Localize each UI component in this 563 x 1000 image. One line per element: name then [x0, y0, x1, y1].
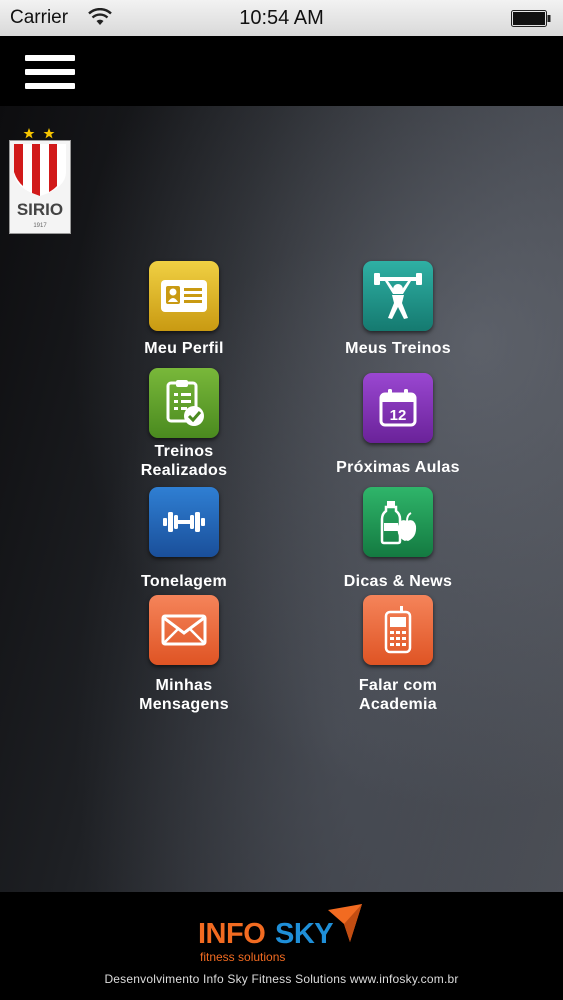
envelope-icon — [149, 595, 219, 665]
tile-label: Meus Treinos — [345, 340, 451, 357]
brand-info-text: INFO — [198, 918, 266, 950]
tile-falar-academia[interactable]: Falar com Academia — [288, 595, 508, 713]
hamburger-line — [25, 83, 75, 89]
phone-icon — [363, 595, 433, 665]
club-logo-year: 1917 — [33, 223, 47, 229]
hamburger-line — [25, 69, 75, 75]
club-logo: SIRIO 1917 — [9, 128, 71, 234]
main-content: SIRIO 1917 Meu Perfil Meus Treinos Trein… — [0, 106, 563, 892]
tile-label: Meu Perfil — [144, 340, 224, 357]
status-time: 10:54 AM — [239, 7, 324, 29]
calendar-icon: 12 — [363, 373, 433, 443]
paper-plane-icon — [328, 904, 362, 942]
tile-label: Falar com Academia — [358, 677, 438, 713]
tile-dicas-news[interactable]: Dicas & News — [288, 487, 508, 597]
tile-minhas-mensagens[interactable]: Minhas Mensagens — [74, 595, 294, 713]
calendar-day: 12 — [390, 407, 407, 424]
tile-proximas-aulas[interactable]: 12 Próximas Aulas — [288, 373, 508, 483]
infosky-logo[interactable]: INFO SKY fitness solutions — [198, 902, 368, 964]
status-bar: Carrier 10:54 AM — [0, 0, 563, 36]
brand-sky-text: SKY — [275, 918, 334, 950]
hamburger-line — [25, 55, 75, 61]
footer: INFO SKY fitness solutions Desenvolvimen… — [0, 892, 563, 1000]
dumbbell-icon — [149, 487, 219, 557]
tile-label: Dicas & News — [343, 573, 453, 590]
battery-icon — [511, 10, 551, 27]
weightlifter-icon — [363, 261, 433, 331]
hamburger-menu-button[interactable] — [25, 52, 75, 92]
tile-meus-treinos[interactable]: Meus Treinos — [288, 261, 508, 371]
nav-bar — [0, 36, 563, 106]
developer-credit[interactable]: Desenvolvimento Info Sky Fitness Solutio… — [0, 972, 563, 986]
brand-sub-text: fitness solutions — [200, 950, 286, 964]
tile-treinos-realizados[interactable]: Treinos Realizados — [74, 368, 294, 479]
tile-label: Próximas Aulas — [336, 459, 460, 476]
profile-card-icon — [149, 261, 219, 331]
clipboard-check-icon — [149, 368, 219, 438]
tile-tonelagem[interactable]: Tonelagem — [74, 487, 294, 597]
tile-label: Treinos Realizados — [140, 443, 228, 479]
tile-meu-perfil[interactable]: Meu Perfil — [74, 261, 294, 371]
tile-label: Minhas Mensagens — [139, 677, 229, 713]
tile-label: Tonelagem — [141, 573, 227, 590]
club-logo-name: SIRIO — [17, 200, 63, 219]
bottle-apple-icon — [363, 487, 433, 557]
